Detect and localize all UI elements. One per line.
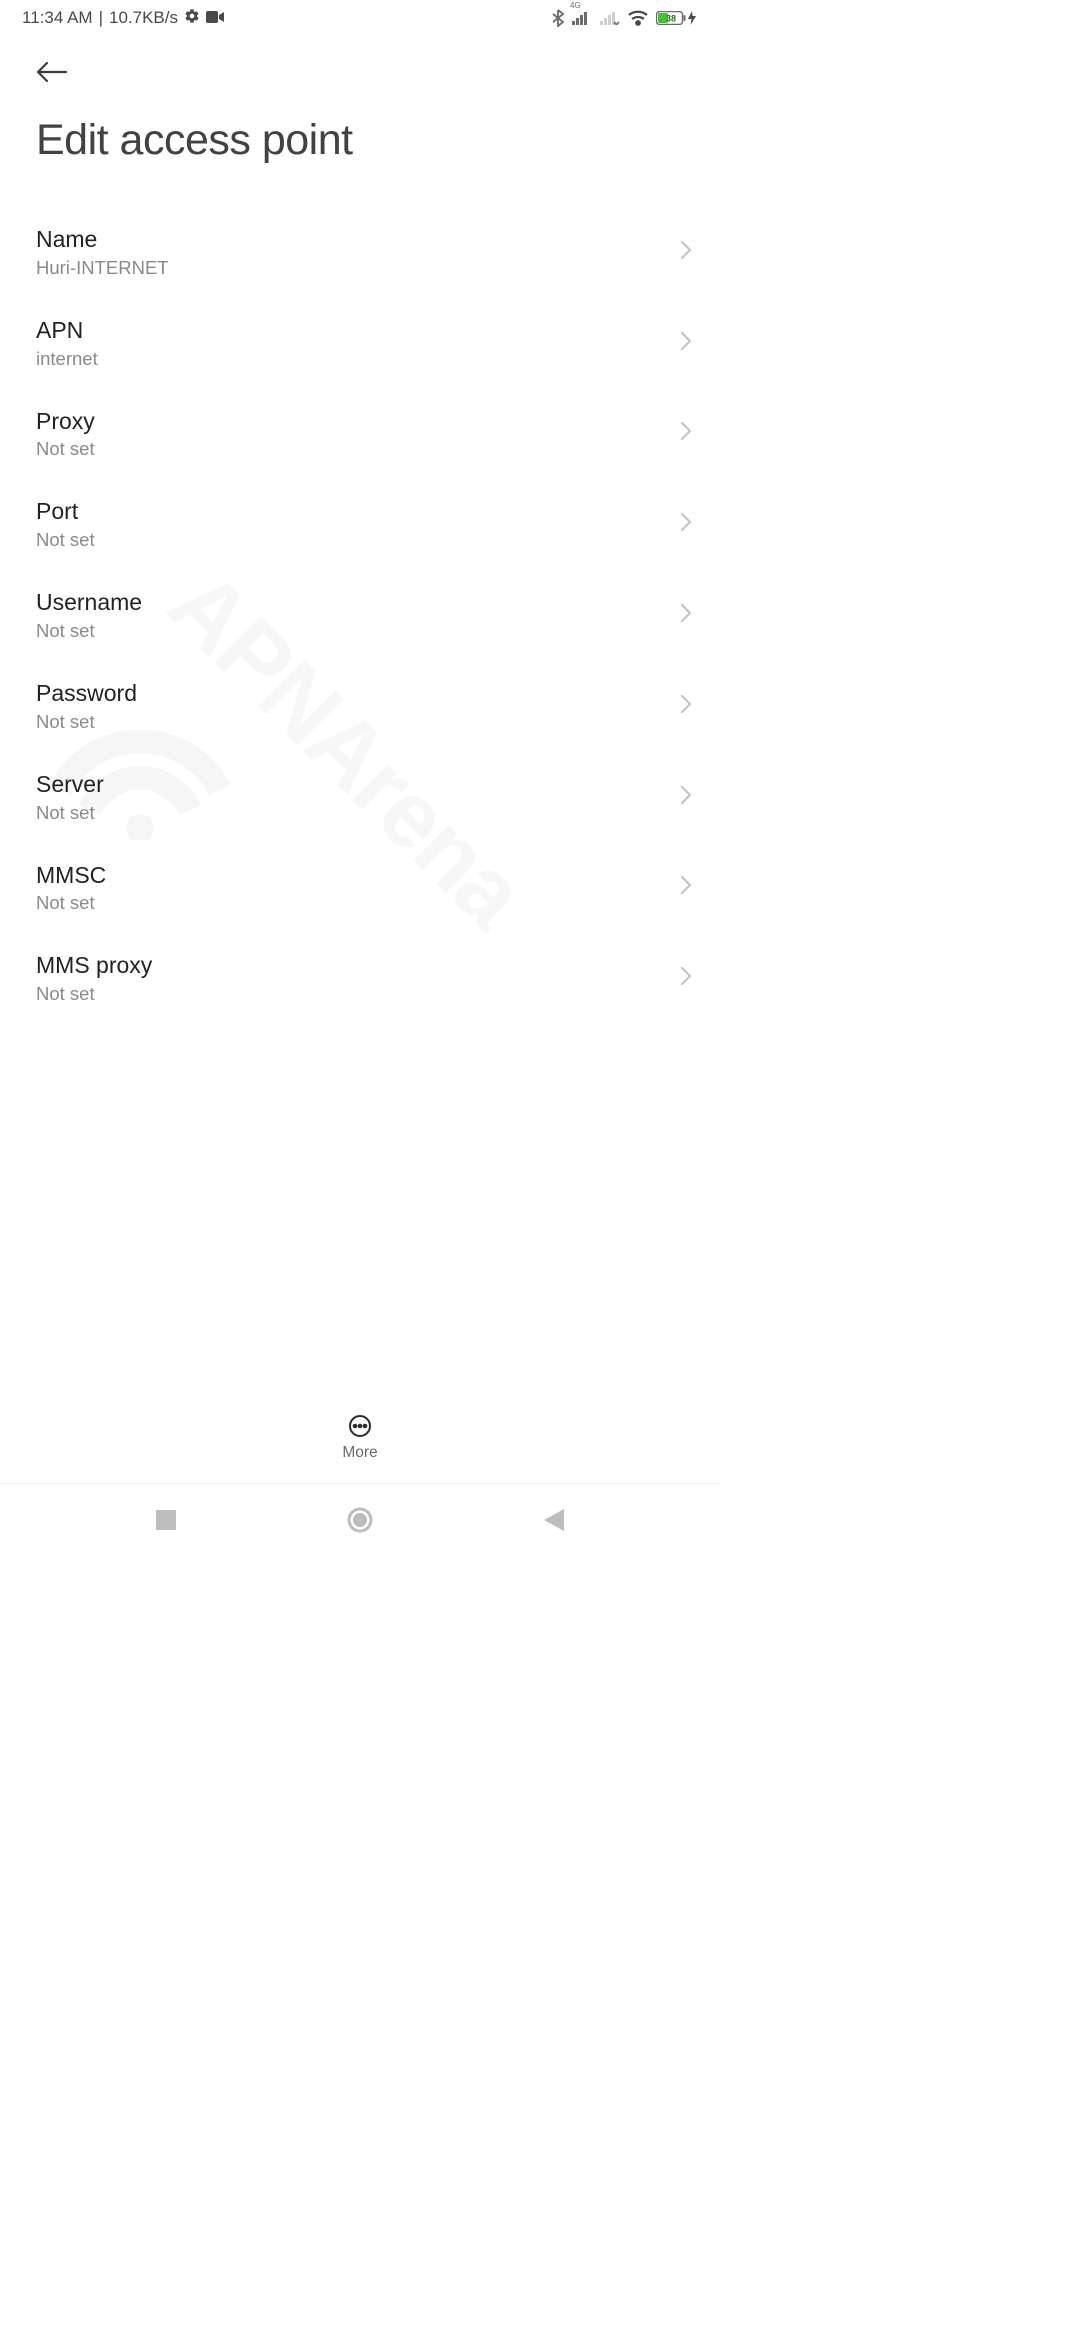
setting-row-proxy[interactable]: ProxyNot set <box>0 389 720 480</box>
triangle-left-icon <box>544 1509 564 1531</box>
settings-list: NameHuri-INTERNETAPNinternetProxyNot set… <box>0 207 720 1024</box>
setting-row-password[interactable]: PasswordNot set <box>0 661 720 752</box>
setting-value: Not set <box>36 437 668 461</box>
setting-row-port[interactable]: PortNot set <box>0 479 720 570</box>
status-bar: 11:34 AM | 10.7KB/s 4G 38 <box>0 0 720 36</box>
circle-icon <box>347 1507 373 1533</box>
chevron-right-icon <box>680 240 692 265</box>
system-nav-bar <box>0 1484 720 1560</box>
setting-label: Username <box>36 588 668 617</box>
setting-label: Server <box>36 770 668 799</box>
battery-icon: 38 <box>656 11 696 25</box>
setting-value: Huri-INTERNET <box>36 256 668 280</box>
nav-recent-button[interactable] <box>156 1510 176 1535</box>
nav-back-button[interactable] <box>544 1509 564 1536</box>
setting-row-apn[interactable]: APNinternet <box>0 298 720 389</box>
svg-text:38: 38 <box>666 14 676 24</box>
more-label: More <box>342 1444 377 1462</box>
more-icon <box>348 1414 372 1438</box>
setting-value: Not set <box>36 801 668 825</box>
setting-label: Name <box>36 225 668 254</box>
setting-label: Proxy <box>36 407 668 436</box>
setting-label: Port <box>36 497 668 526</box>
more-button[interactable]: More <box>342 1414 377 1462</box>
setting-value: Not set <box>36 891 668 915</box>
chevron-right-icon <box>680 603 692 628</box>
setting-row-username[interactable]: UsernameNot set <box>0 570 720 661</box>
status-time: 11:34 AM <box>22 8 93 28</box>
setting-label: MMS proxy <box>36 951 668 980</box>
chevron-right-icon <box>680 785 692 810</box>
video-icon <box>206 8 224 28</box>
square-icon <box>156 1510 176 1530</box>
setting-row-mms-proxy[interactable]: MMS proxyNot set <box>0 933 720 1024</box>
status-separator: | <box>99 8 103 28</box>
setting-label: APN <box>36 316 668 345</box>
setting-row-name[interactable]: NameHuri-INTERNET <box>0 207 720 298</box>
setting-value: Not set <box>36 619 668 643</box>
setting-value: Not set <box>36 982 668 1006</box>
gear-icon <box>184 8 200 29</box>
arrow-left-icon <box>36 61 68 83</box>
chevron-right-icon <box>680 512 692 537</box>
setting-label: MMSC <box>36 861 668 890</box>
bluetooth-icon <box>552 9 564 27</box>
bottom-action-bar: More <box>0 1392 720 1484</box>
setting-label: Password <box>36 679 668 708</box>
network-4g: 4G <box>572 11 592 25</box>
back-button[interactable] <box>36 54 72 90</box>
chevron-right-icon <box>680 875 692 900</box>
setting-row-server[interactable]: ServerNot set <box>0 752 720 843</box>
charging-icon <box>688 11 696 25</box>
chevron-right-icon <box>680 694 692 719</box>
setting-row-mmsc[interactable]: MMSCNot set <box>0 843 720 934</box>
chevron-right-icon <box>680 966 692 991</box>
setting-value: internet <box>36 347 668 371</box>
signal-sim2-icon <box>600 11 620 25</box>
chevron-right-icon <box>680 331 692 356</box>
nav-home-button[interactable] <box>347 1507 373 1538</box>
setting-value: Not set <box>36 528 668 552</box>
wifi-icon <box>628 10 648 26</box>
setting-value: Not set <box>36 710 668 734</box>
chevron-right-icon <box>680 421 692 446</box>
page-title: Edit access point <box>36 116 684 165</box>
status-net-speed: 10.7KB/s <box>109 8 178 28</box>
